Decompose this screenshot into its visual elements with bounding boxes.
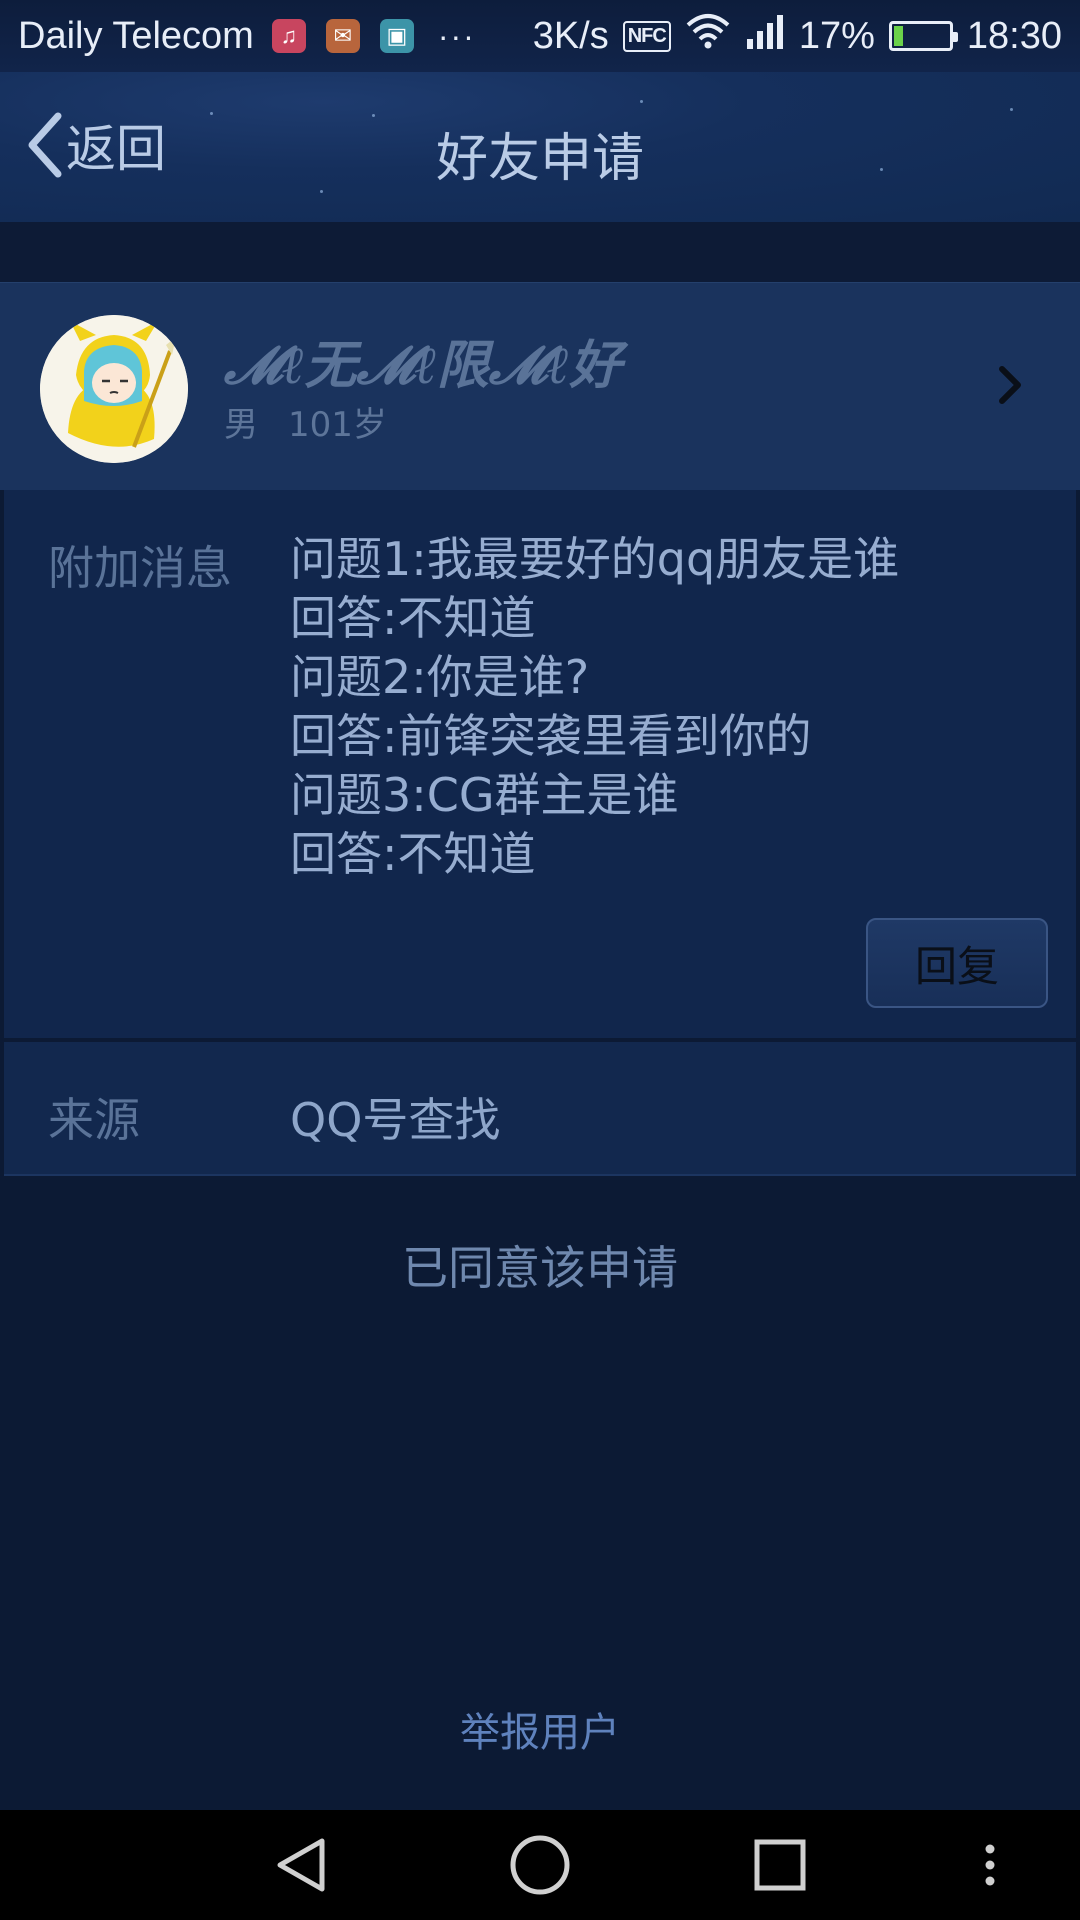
wifi-icon xyxy=(685,13,731,59)
battery-icon xyxy=(888,21,958,51)
request-status-text: 已同意该申请 xyxy=(402,1241,678,1295)
battery-fill xyxy=(893,26,904,46)
header-bar: 返回 好友申请 xyxy=(0,72,1080,222)
system-nav-bar xyxy=(0,1810,1080,1920)
message-label: 附加消息 xyxy=(48,541,232,595)
page-title: 好友申请 xyxy=(435,129,644,189)
signal-icon xyxy=(745,13,785,59)
carrier-name: Daily Telecom xyxy=(18,14,254,57)
chevron-right-icon xyxy=(999,366,1021,404)
reply-button[interactable]: 回复 xyxy=(866,918,1048,1008)
message-card: 附加消息 问题1:我最要好的qq朋友是谁 回答:不知道 问题2:你是谁? 回答:… xyxy=(4,490,1076,1040)
network-speed: 3K/s xyxy=(532,14,609,57)
mail-icon: ✉ xyxy=(325,19,360,53)
nickname: 𝓜ℓ无𝓜ℓ限𝓜ℓ好 xyxy=(224,335,622,396)
more-notifications-icon: ··· xyxy=(437,17,476,54)
battery-percent: 17% xyxy=(798,14,875,57)
square-recents-icon xyxy=(754,1839,806,1891)
avatar[interactable] xyxy=(40,315,188,463)
report-user-link[interactable]: 举报用户 xyxy=(0,1700,1080,1758)
source-value: QQ号查找 xyxy=(290,1093,501,1147)
section-divider xyxy=(0,222,1080,282)
nav-back-button[interactable] xyxy=(255,1810,345,1920)
profile-row[interactable]: 𝓜ℓ无𝓜ℓ限𝓜ℓ好 男 101岁 xyxy=(0,282,1080,490)
source-label: 来源 xyxy=(48,1093,140,1147)
more-vertical-icon xyxy=(985,1844,995,1886)
nfc-icon: NFC xyxy=(622,20,671,52)
gallery-icon: ▣ xyxy=(379,19,414,53)
message-line: 问题1:我最要好的qq朋友是谁 xyxy=(290,532,900,586)
music-icon: ♫ xyxy=(271,19,306,53)
message-line: 回答:不知道 xyxy=(290,827,536,881)
message-line: 回答:不知道 xyxy=(290,591,536,645)
gender: 男 xyxy=(224,405,258,445)
profile-meta: 男 101岁 xyxy=(224,397,387,446)
status-bar: Daily Telecom ♫ ✉ ▣ ··· 3K/s NFC 17% 18:… xyxy=(0,0,1080,72)
age: 101岁 xyxy=(288,405,387,445)
nav-menu-button[interactable] xyxy=(970,1810,1010,1920)
circle-home-icon xyxy=(510,1835,570,1895)
message-line: 回答:前锋突袭里看到你的 xyxy=(290,709,812,763)
message-line: 问题2:你是谁? xyxy=(290,650,590,704)
nav-recents-button[interactable] xyxy=(735,1810,825,1920)
message-line: 问题3:CG群主是谁 xyxy=(290,768,679,822)
source-row: 来源 QQ号查找 xyxy=(4,1042,1076,1176)
message-lines: 问题1:我最要好的qq朋友是谁 回答:不知道 问题2:你是谁? 回答:前锋突袭里… xyxy=(290,530,899,884)
triangle-back-icon xyxy=(277,1838,325,1892)
clock: 18:30 xyxy=(966,14,1062,57)
nav-home-button[interactable] xyxy=(495,1810,585,1920)
